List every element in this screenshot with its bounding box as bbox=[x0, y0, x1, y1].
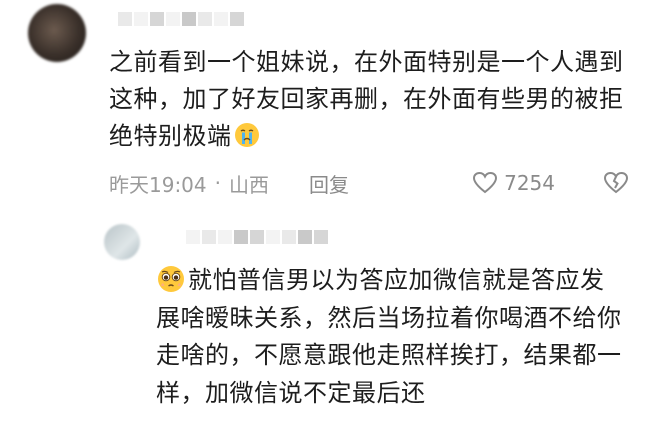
reply-body: 就怕普信男以为答应加微信就是答应发展啥暧昧关系，然后当场拉着你喝酒不给你走啥的，… bbox=[156, 262, 626, 412]
separator-dot: · bbox=[214, 171, 221, 195]
comment-time: 昨天19:04 bbox=[109, 172, 207, 197]
crying-face-icon bbox=[234, 123, 259, 147]
like-count: 7254 bbox=[504, 171, 555, 195]
comment-meta: 昨天19:04 · 山西 回复 7254 bbox=[109, 167, 629, 199]
replier-name-blurred[interactable] bbox=[186, 230, 328, 244]
heart-icon[interactable] bbox=[472, 171, 498, 195]
like-group: 7254 bbox=[472, 171, 629, 195]
comment-body: 之前看到一个姐妹说，在外面特别是一个人遇到这种，加了好友回家再删，在外面有些男的… bbox=[109, 44, 629, 155]
pleading-face-icon bbox=[158, 266, 184, 292]
commenter-name-blurred[interactable] bbox=[118, 12, 244, 26]
commenter-avatar[interactable] bbox=[28, 4, 86, 62]
reply-text: 就怕普信男以为答应加微信就是答应发展啥暧昧关系，然后当场拉着你喝酒不给你走啥的，… bbox=[156, 266, 622, 407]
broken-heart-icon bbox=[603, 171, 629, 194]
replier-avatar[interactable] bbox=[104, 224, 140, 260]
dislike-button[interactable] bbox=[603, 171, 629, 195]
comment-text: 之前看到一个姐妹说，在外面特别是一个人遇到这种，加了好友回家再删，在外面有些男的… bbox=[109, 48, 624, 150]
comment-location: 山西 bbox=[229, 172, 269, 197]
reply-button[interactable]: 回复 bbox=[309, 169, 349, 198]
